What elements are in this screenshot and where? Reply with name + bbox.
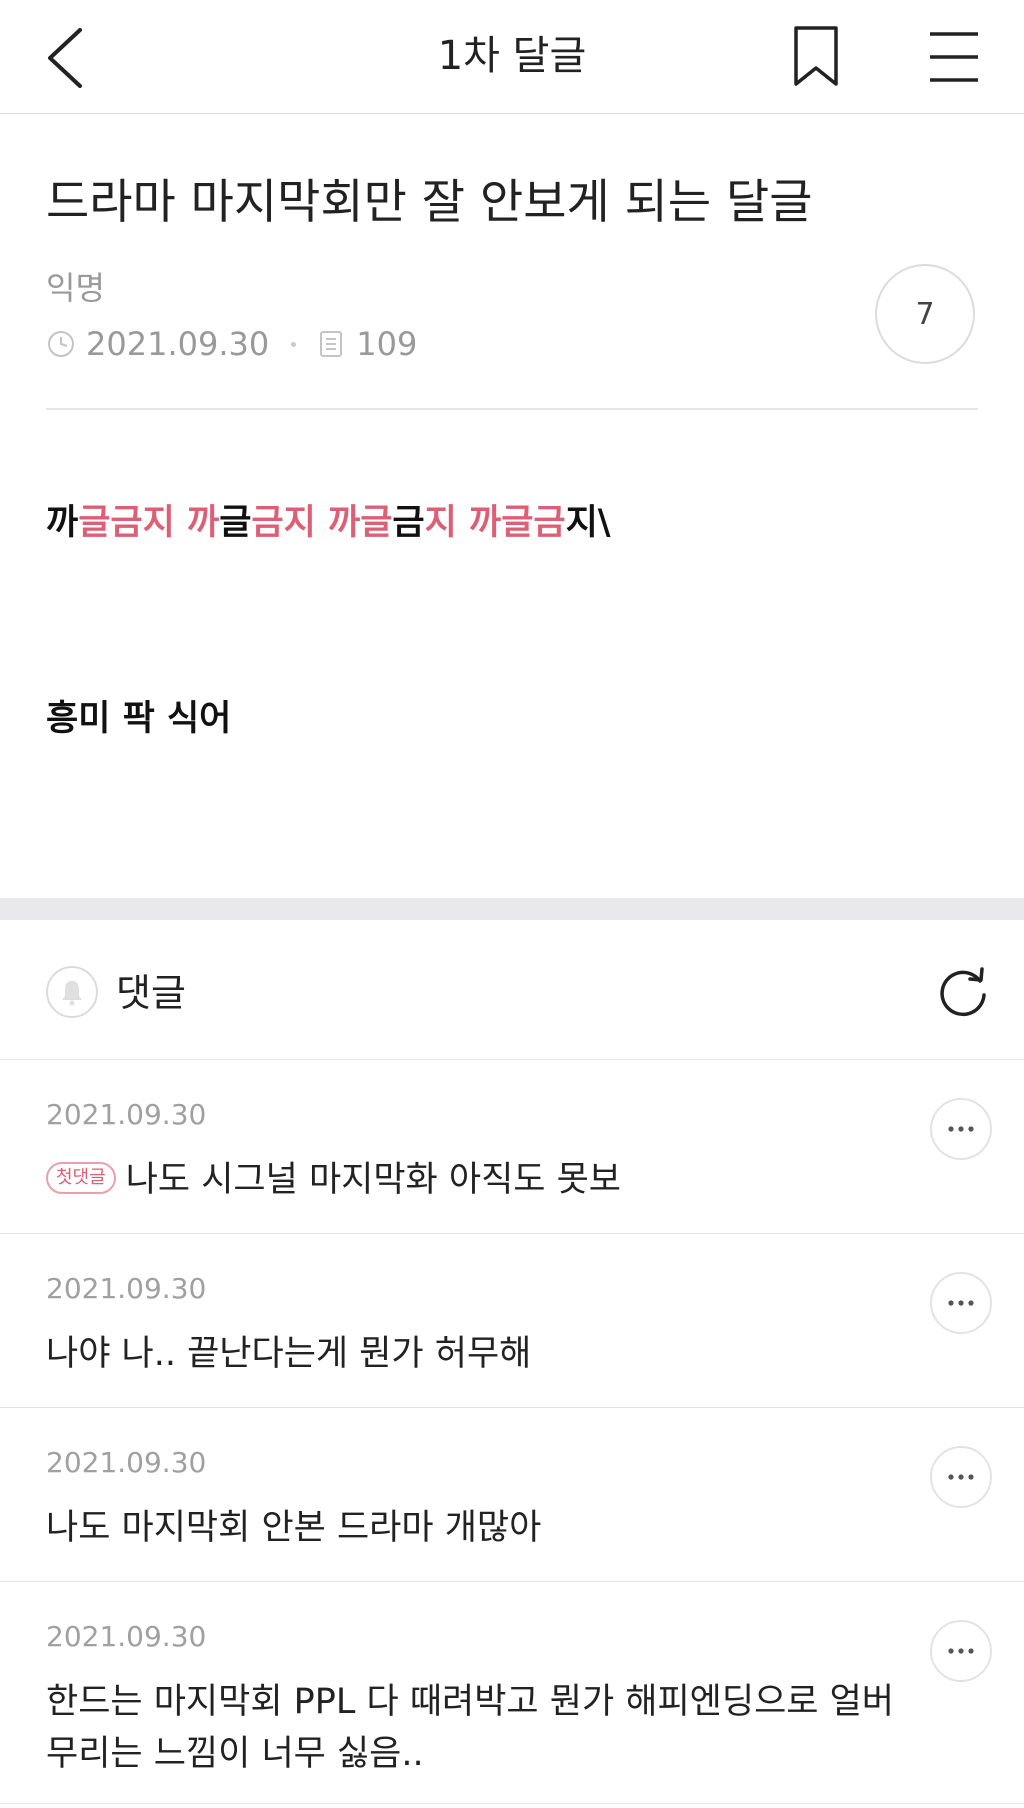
divider [46,408,978,410]
bookmark-icon [794,26,838,86]
comment-text-row: 첫댓글 나도 시그널 마지막화 아직도 못보 [46,1154,906,1206]
post-body-line: 까글금지 까글금지 까글금지 까글금지\ [46,500,611,546]
bell-icon [62,981,82,1006]
meta-separator [291,341,297,347]
comment-date: 2021.09.30 [46,1272,207,1305]
comment-item: 2021.09.30 한드는 마지막회 PPL 다 때려박고 뭔가 해피엔딩으로… [0,1582,1024,1804]
refresh-icon [940,967,986,1017]
body-text-segment: 글금지 까 [78,503,220,543]
comment-more-button[interactable] [930,1446,992,1508]
body-text-segment: 까 [46,503,79,543]
comment-date: 2021.09.30 [46,1098,207,1131]
comment-date: 2021.09.30 [46,1446,207,1479]
more-dots-icon [948,1648,974,1654]
notification-toggle[interactable] [46,966,98,1018]
comment-text: 나도 시그널 마지막화 아직도 못보 [125,1160,621,1200]
comment-item: 2021.09.30 첫댓글 나도 시그널 마지막화 아직도 못보 [0,1060,1024,1234]
more-dots-icon [948,1300,974,1306]
top-bar: 1차 달글 [0,0,1024,114]
post-body-line: 흥미 팍 식어 [46,699,232,739]
comment-date: 2021.09.30 [46,1620,207,1653]
body-text-segment: 지\ [565,503,611,543]
comment-item: 2021.09.30 나도 마지막회 안본 드라마 개많아 [0,1408,1024,1582]
comment-count-button[interactable]: 7 [875,264,975,364]
body-text-segment: 글 [219,503,252,543]
menu-button[interactable] [920,24,990,90]
post-view-count: 109 [356,325,418,363]
comment-item: 2021.09.30 나야 나.. 끝난다는게 뭔가 허무해 [0,1234,1024,1408]
post-title: 드라마 마지막회만 잘 안보게 되는 달글 [46,175,813,230]
back-button[interactable] [36,18,96,98]
bookmark-button[interactable] [780,24,850,90]
more-dots-icon [948,1474,974,1480]
body-text-segment: 금 [392,503,425,543]
clock-icon [48,331,74,357]
comment-text: 한드는 마지막회 PPL 다 때려박고 뭔가 해피엔딩으로 얼버 무리는 느낌이… [46,1682,894,1774]
comment-text: 나야 나.. 끝난다는게 뭔가 허무해 [46,1334,532,1374]
first-comment-badge: 첫댓글 [46,1162,116,1194]
comments-label: 댓글 [116,971,186,1015]
comment-more-button[interactable] [930,1098,992,1160]
comment-more-button[interactable] [930,1272,992,1334]
refresh-button[interactable] [934,964,992,1022]
chevron-left-icon [48,28,82,88]
hamburger-menu-icon [930,32,978,82]
post-meta: 2021.09.30 109 [46,324,417,364]
comments-header: 댓글 [0,920,1024,1060]
section-separator [0,898,1024,920]
body-text-segment: 지 까글금 [424,503,566,543]
comment-text: 나도 마지막회 안본 드라마 개많아 [46,1508,542,1548]
body-text-segment: 금지 까글 [251,503,393,543]
post-date: 2021.09.30 [86,325,270,363]
page-title: 1차 달글 [437,33,587,79]
post-author: 익명 [46,269,105,307]
comment-more-button[interactable] [930,1620,992,1682]
document-icon [320,331,343,357]
more-dots-icon [948,1126,974,1132]
